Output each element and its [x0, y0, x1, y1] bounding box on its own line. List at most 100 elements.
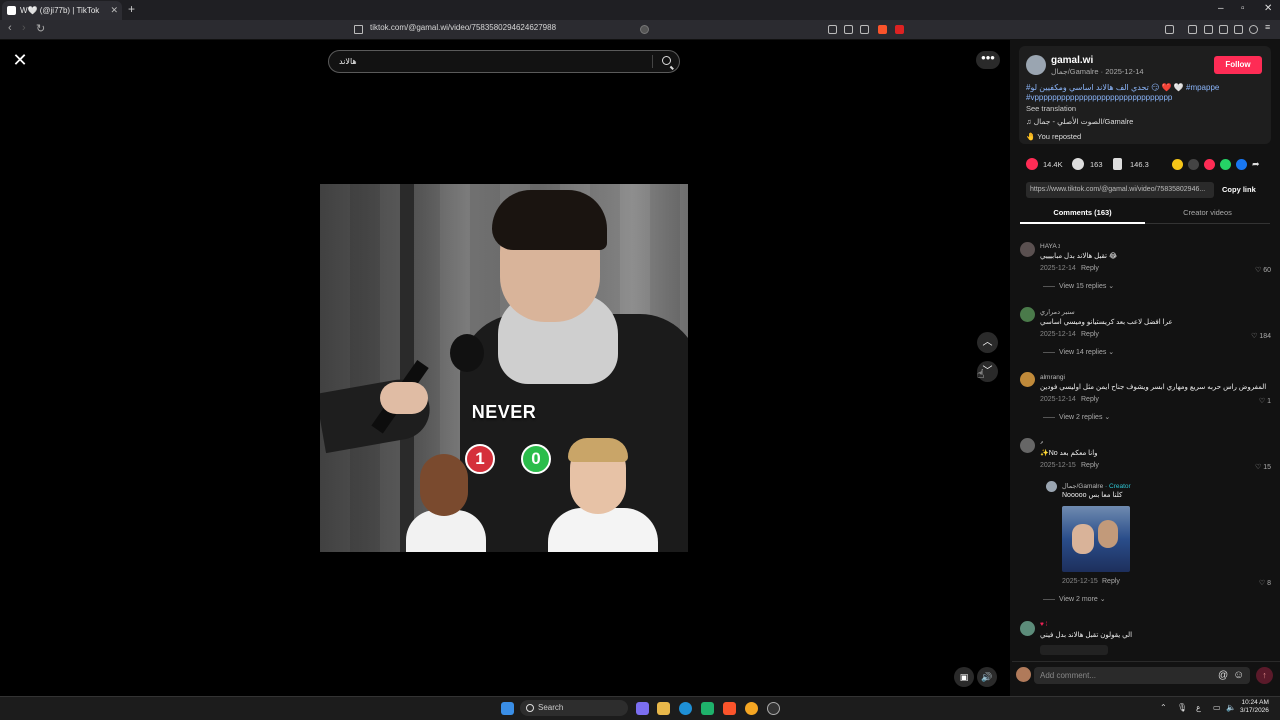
- bookmark-save-icon[interactable]: [1113, 158, 1122, 170]
- author-username[interactable]: gamal.wi: [1051, 55, 1093, 66]
- comment-author[interactable]: almrangi: [1040, 374, 1065, 381]
- comment-icon[interactable]: [1072, 158, 1084, 170]
- comment-like-count[interactable]: ♡ 1: [1247, 397, 1271, 405]
- start-icon[interactable]: [501, 702, 514, 715]
- reply-button[interactable]: Reply: [1081, 396, 1099, 403]
- previous-video-button[interactable]: ︿: [977, 332, 998, 353]
- reply-button[interactable]: Reply: [1081, 265, 1099, 272]
- video-player[interactable]: NEVER 1 0: [320, 184, 688, 552]
- language-icon[interactable]: ع: [1196, 703, 1201, 712]
- reply-avatar[interactable]: [1046, 481, 1057, 492]
- forward-icon[interactable]: ›: [22, 22, 26, 34]
- screen-icon[interactable]: [844, 25, 853, 34]
- window-close-icon[interactable]: ✕: [1264, 3, 1272, 14]
- caption-line-1[interactable]: #تحدي الف هالاند اساسي ومكفيين لو 😏 ❤️ 🤍…: [1026, 83, 1266, 93]
- comment-like-count[interactable]: ♡ 60: [1247, 266, 1271, 274]
- music-icon[interactable]: [1188, 25, 1197, 34]
- send-to-friend-icon[interactable]: [1204, 159, 1215, 170]
- comment-author[interactable]: سنبر دمراري: [1040, 308, 1075, 316]
- url-bar[interactable]: tiktok.com/@gamal.wi/video/7583580294624…: [370, 23, 556, 32]
- search-icon[interactable]: [662, 56, 671, 65]
- copilot-icon[interactable]: [636, 702, 649, 715]
- share-page-icon[interactable]: [860, 25, 869, 34]
- app-icon-2[interactable]: [745, 702, 758, 715]
- rewards-icon[interactable]: [895, 25, 904, 34]
- bookmark-icon[interactable]: [354, 25, 363, 34]
- reply-button[interactable]: Reply: [1081, 462, 1099, 469]
- reposted-badge[interactable]: 🤚 You reposted: [1026, 132, 1081, 141]
- maximize-icon[interactable]: ▫: [1241, 3, 1245, 14]
- comment-author[interactable]: ޥ: [1040, 439, 1043, 447]
- reply-like-count[interactable]: ♡ 8: [1247, 579, 1271, 587]
- app-icon-3[interactable]: [767, 702, 780, 715]
- music-link[interactable]: ♫ الصوت الأصلي - جمال/Gamalre: [1026, 117, 1133, 126]
- author-avatar[interactable]: [1026, 55, 1046, 75]
- volume-icon[interactable]: 🔊: [977, 667, 997, 687]
- comment-like-count[interactable]: ♡ 15: [1247, 463, 1271, 471]
- view-replies-button[interactable]: View 15 replies ⌄: [1043, 282, 1114, 290]
- share-link-field[interactable]: https://www.tiktok.com/@gamal.wi/video/7…: [1026, 182, 1214, 198]
- split-view-icon[interactable]: [1204, 25, 1213, 34]
- comment-avatar[interactable]: [1020, 621, 1035, 636]
- share-arrow-icon[interactable]: ➦: [1252, 159, 1263, 170]
- close-video-icon[interactable]: ✕: [12, 51, 28, 69]
- mic-icon[interactable]: 🎙: [1177, 703, 1187, 712]
- view-replies-button[interactable]: View 14 replies ⌄: [1043, 348, 1114, 356]
- vpn-icon[interactable]: [1249, 25, 1258, 34]
- comment-author[interactable]: ♥ ⁞: [1040, 621, 1047, 628]
- comment-avatar[interactable]: [1020, 307, 1035, 322]
- pip-icon[interactable]: ▣: [954, 667, 974, 687]
- reply-author[interactable]: جمال/Gamalre · Creator: [1062, 482, 1131, 490]
- comment-author[interactable]: HAYA ܐ: [1040, 243, 1060, 251]
- browser-tab[interactable]: W🤍 (@ji77b) | TikTok ✕: [2, 1, 122, 20]
- video-microphone: [450, 334, 484, 372]
- see-translation-link[interactable]: See translation: [1026, 104, 1076, 113]
- comment-like-count[interactable]: ♡ 184: [1247, 332, 1271, 340]
- facebook-icon[interactable]: [1236, 159, 1247, 170]
- like-icon[interactable]: [1026, 158, 1038, 170]
- caption-line-2[interactable]: #vppppppppppppppppppppppppppppppp: [1026, 93, 1266, 103]
- taskbar-clock[interactable]: 10:24 AM 3/17/2026: [1240, 699, 1269, 715]
- volume-tray-icon[interactable]: 🔈: [1226, 703, 1236, 712]
- search-divider: [652, 55, 653, 68]
- send-comment-button[interactable]: ↑: [1256, 667, 1273, 684]
- sidebar-icon[interactable]: [1165, 25, 1174, 34]
- file-explorer-icon[interactable]: [657, 702, 670, 715]
- wallet-icon[interactable]: [1219, 25, 1228, 34]
- ai-icon[interactable]: [1234, 25, 1243, 34]
- more-options-button[interactable]: •••: [976, 51, 1000, 69]
- menu-icon[interactable]: ≡: [1265, 22, 1274, 32]
- new-tab-button[interactable]: +: [128, 2, 135, 16]
- back-icon[interactable]: ‹: [8, 22, 12, 34]
- brave-shield-icon[interactable]: [878, 25, 887, 34]
- tray-chevron-icon[interactable]: ⌃: [1160, 703, 1167, 712]
- extension-icon[interactable]: [828, 25, 837, 34]
- edge-icon[interactable]: [679, 702, 692, 715]
- copy-link-button[interactable]: Copy link: [1222, 185, 1256, 194]
- repost-icon[interactable]: [1172, 159, 1183, 170]
- comment-avatar[interactable]: [1020, 438, 1035, 453]
- reply-button[interactable]: Reply: [1081, 331, 1099, 338]
- view-replies-button[interactable]: View 2 replies ⌄: [1043, 413, 1110, 421]
- minimize-icon[interactable]: –: [1218, 3, 1224, 14]
- taskbar-search[interactable]: Search: [520, 700, 628, 716]
- display-icon[interactable]: ▭: [1213, 703, 1221, 712]
- reply-button[interactable]: Reply: [1102, 578, 1120, 585]
- comment-avatar[interactable]: [1020, 242, 1035, 257]
- reply-image[interactable]: [1062, 506, 1130, 572]
- reload-icon[interactable]: ↻: [36, 22, 45, 35]
- tab-creator-videos[interactable]: Creator videos: [1145, 208, 1270, 224]
- follow-button[interactable]: Follow: [1214, 56, 1262, 74]
- close-tab-icon[interactable]: ✕: [110, 1, 118, 20]
- view-more-replies-button[interactable]: View 2 more ⌄: [1043, 595, 1106, 603]
- tab-comments[interactable]: Comments (163): [1020, 208, 1145, 224]
- comment-date: 2025-12-15: [1040, 462, 1076, 469]
- embed-icon[interactable]: [1188, 159, 1199, 170]
- emoji-icon[interactable]: ☺: [1233, 669, 1244, 681]
- brave-icon[interactable]: [723, 702, 736, 715]
- comment-avatar[interactable]: [1020, 372, 1035, 387]
- app-icon[interactable]: [701, 702, 714, 715]
- whatsapp-icon[interactable]: [1220, 159, 1231, 170]
- search-input[interactable]: هالاند: [328, 50, 680, 73]
- mention-icon[interactable]: @: [1218, 670, 1228, 681]
